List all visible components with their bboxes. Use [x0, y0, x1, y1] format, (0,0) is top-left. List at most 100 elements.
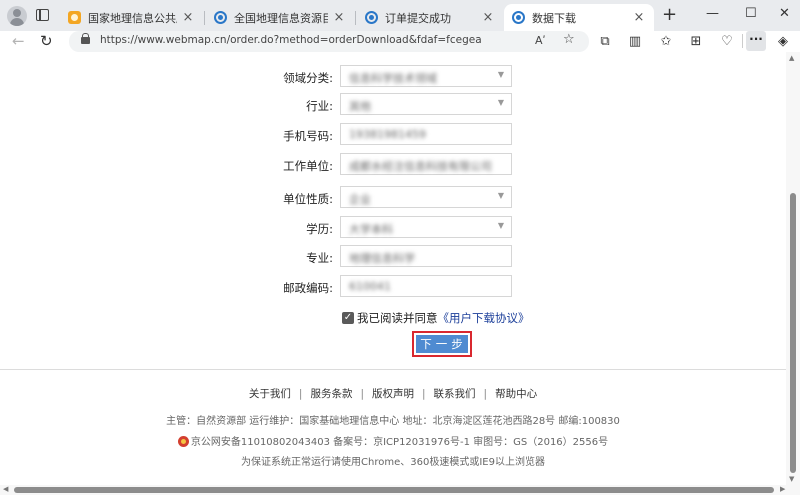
- footer-separator: |: [298, 388, 303, 400]
- tab-title: 订单提交成功: [385, 11, 451, 25]
- employer-input[interactable]: 成都水经注信息科技有限公司: [340, 153, 512, 175]
- postcode-input[interactable]: 610041: [340, 275, 512, 297]
- tab-close-icon[interactable]: ×: [481, 10, 495, 25]
- scroll-right-arrow-icon[interactable]: ▶: [780, 485, 785, 493]
- form-row-org-type: 单位性质: 企业 ▼: [0, 186, 786, 210]
- form-row-major: 专业: 地理信息科学: [0, 245, 786, 269]
- field-value: 信息科学技术领域: [349, 72, 437, 85]
- tab-geo-resource-catalog[interactable]: 全国地理信息资源目录服务系统 ×: [206, 4, 354, 31]
- field-label: 单位性质:: [283, 192, 333, 206]
- education-select[interactable]: 大学本科 ▼: [340, 216, 512, 238]
- scroll-down-arrow-icon[interactable]: ▼: [789, 475, 794, 483]
- browser-toolbar: ← ↻ https://www.webmap.cn/order.do?metho…: [0, 31, 800, 52]
- footer-link-contact[interactable]: 联系我们: [434, 388, 476, 400]
- field-value: 企业: [349, 193, 371, 206]
- tab-order-submitted[interactable]: 订单提交成功 ×: [357, 4, 503, 31]
- form-row-industry: 行业: 其他 ▼: [0, 93, 786, 117]
- industry-select[interactable]: 其他 ▼: [340, 93, 512, 115]
- tab-close-icon[interactable]: ×: [181, 10, 195, 25]
- scroll-up-arrow-icon[interactable]: ▲: [789, 54, 794, 62]
- footer-info: 主管：自然资源部 运行维护：国家基础地理信息中心 地址：北京海淀区莲花池西路28…: [166, 416, 620, 427]
- maximize-icon[interactable]: ☐: [745, 6, 757, 21]
- agree-checkbox[interactable]: ✓: [342, 312, 354, 324]
- major-input[interactable]: 地理信息科学: [340, 245, 512, 267]
- field-value: 地理信息科学: [349, 252, 415, 265]
- tab-national-geo-platform[interactable]: 国家地理信息公共服务平台 天 ×: [60, 4, 203, 31]
- new-tab-button[interactable]: +: [662, 6, 677, 24]
- domain-select[interactable]: 信息科学技术领域 ▼: [340, 65, 512, 87]
- chevron-down-icon: ▼: [497, 191, 504, 200]
- favorite-star-icon[interactable]: ☆: [563, 32, 575, 47]
- split-screen-icon[interactable]: ▥: [626, 33, 644, 50]
- read-aloud-icon[interactable]: Aʹ: [535, 34, 546, 47]
- chevron-down-icon: ▼: [497, 98, 504, 107]
- minimize-icon[interactable]: —: [706, 6, 719, 21]
- form-row-employer: 工作单位: 成都水经注信息科技有限公司: [0, 153, 786, 177]
- favorites-icon[interactable]: ✩: [657, 33, 675, 50]
- next-step-label: 下一步: [416, 335, 468, 353]
- horizontal-scroll-thumb[interactable]: [14, 487, 774, 493]
- field-value: 大学本科: [349, 223, 393, 236]
- chevron-down-icon: ▼: [497, 70, 504, 79]
- form-row-phone: 手机号码: 19381981459: [0, 123, 786, 147]
- tab-actions-icon[interactable]: [36, 9, 49, 21]
- chevron-down-icon: ▼: [497, 221, 504, 230]
- phone-input[interactable]: 19381981459: [340, 123, 512, 145]
- agree-text: 我已阅读并同意: [357, 311, 438, 325]
- field-value: 19381981459: [349, 128, 426, 141]
- edge-icon: [214, 11, 227, 24]
- footer-link-copyright[interactable]: 版权声明: [372, 388, 414, 400]
- field-value: 成都水经注信息科技有限公司: [349, 160, 492, 173]
- address-bar[interactable]: https://www.webmap.cn/order.do?method=or…: [69, 31, 589, 52]
- footer-link-about[interactable]: 关于我们: [249, 388, 291, 400]
- field-value: 610041: [349, 280, 391, 293]
- back-arrow-icon[interactable]: ←: [12, 33, 25, 50]
- user-agreement-link[interactable]: 《用户下载协议》: [438, 310, 530, 326]
- tab-separator: [355, 11, 356, 25]
- extensions-puzzle-icon[interactable]: ⧉: [596, 33, 614, 50]
- footer-divider: [0, 369, 786, 370]
- tab-close-icon[interactable]: ×: [332, 10, 346, 25]
- tab-data-download[interactable]: 数据下载 ×: [504, 4, 654, 31]
- footer-separator: |: [422, 388, 426, 400]
- field-label: 行业:: [306, 99, 333, 113]
- url-text[interactable]: https://www.webmap.cn/order.do?method=or…: [100, 34, 482, 46]
- edge-icon: [365, 11, 378, 24]
- window-close-icon[interactable]: ✕: [779, 6, 790, 21]
- collections-icon[interactable]: ⊞: [687, 33, 705, 50]
- horizontal-scrollbar[interactable]: ◀ ▶: [0, 485, 800, 495]
- next-step-button[interactable]: 下一步: [412, 331, 472, 357]
- footer-link-terms[interactable]: 服务条款: [310, 388, 352, 400]
- field-label: 学历:: [306, 222, 333, 236]
- org-type-select[interactable]: 企业 ▼: [340, 186, 512, 208]
- profile-avatar-icon[interactable]: [7, 6, 27, 26]
- police-badge-icon: [177, 436, 189, 447]
- footer-separator: |: [483, 388, 488, 400]
- field-label: 专业:: [306, 251, 333, 265]
- tab-strip: 国家地理信息公共服务平台 天 × 全国地理信息资源目录服务系统 × 订单提交成功…: [0, 0, 800, 31]
- refresh-icon[interactable]: ↻: [40, 33, 53, 50]
- browser-essentials-icon[interactable]: ♡: [718, 33, 736, 50]
- form-row-domain: 领域分类: 信息科学技术领域 ▼: [0, 65, 786, 89]
- footer-separator: |: [360, 388, 364, 400]
- field-value: 其他: [349, 100, 371, 113]
- scroll-left-arrow-icon[interactable]: ◀: [3, 485, 8, 493]
- footer-record: 京公网安备11010802043403 备案号：京ICP12031976号-1 …: [0, 433, 786, 448]
- tab-close-icon[interactable]: ×: [632, 10, 646, 25]
- toolbar-separator: [742, 34, 743, 48]
- footer-record-text: 京公网安备11010802043403 备案号：京ICP12031976号-1 …: [190, 437, 609, 448]
- lock-icon[interactable]: [81, 33, 90, 44]
- tab-title: 全国地理信息资源目录服务系统: [234, 11, 328, 25]
- vertical-scrollbar[interactable]: ▲ ▼: [786, 52, 800, 485]
- tab-title: 国家地理信息公共服务平台 天: [88, 11, 177, 25]
- vertical-scroll-thumb[interactable]: [790, 193, 796, 473]
- form-row-education: 学历: 大学本科 ▼: [0, 216, 786, 240]
- copilot-icon[interactable]: ◈: [774, 33, 792, 50]
- more-options-icon[interactable]: ···: [746, 31, 766, 51]
- tab-separator: [204, 11, 205, 25]
- form-row-postcode: 邮政编码: 610041: [0, 275, 786, 299]
- page-content: 领域分类: 信息科学技术领域 ▼ 行业: 其他 ▼ 手机号码: 19381981…: [0, 52, 786, 485]
- field-label: 手机号码:: [283, 129, 333, 143]
- tab-title: 数据下载: [532, 11, 576, 25]
- footer-link-help[interactable]: 帮助中心: [495, 388, 537, 400]
